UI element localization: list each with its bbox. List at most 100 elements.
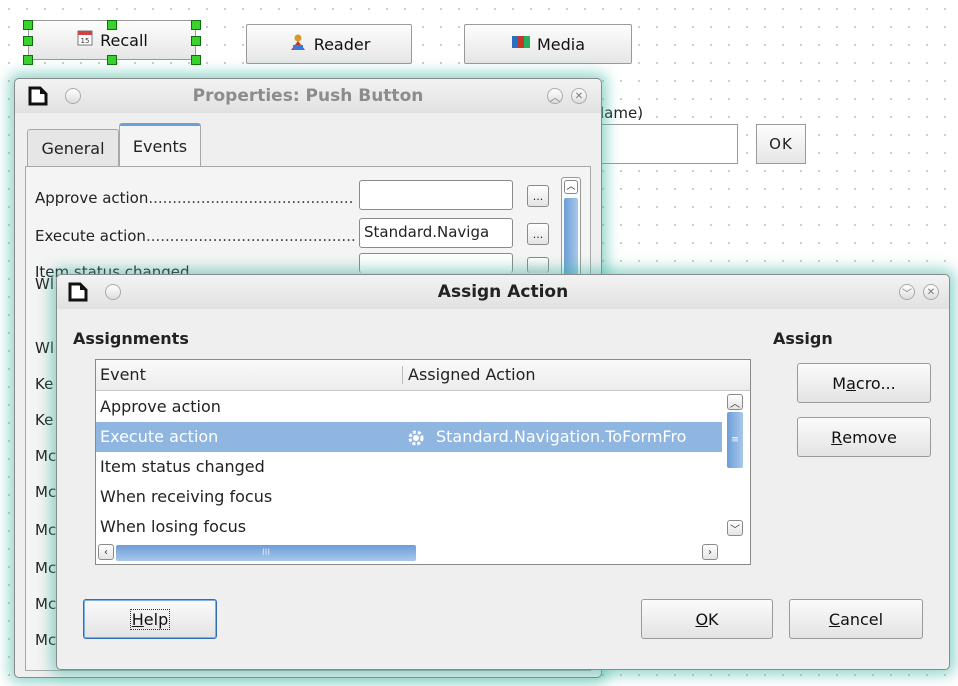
properties-title: Properties: Push Button	[192, 86, 424, 106]
svg-text:15: 15	[81, 37, 90, 45]
list-hscrollbar[interactable]: ‹ III ›	[98, 542, 750, 564]
reader-button[interactable]: Reader	[246, 24, 412, 64]
assign-titlebar[interactable]: Assign Action	[57, 275, 949, 309]
help-label: Help	[129, 608, 171, 630]
ok-accel: O	[695, 609, 709, 629]
column-header-action[interactable]: Assigned Action	[408, 360, 536, 390]
event-name: When losing focus	[100, 517, 247, 536]
column-divider	[402, 366, 403, 384]
minimize-icon[interactable]: ︿	[547, 88, 563, 104]
document-icon	[68, 282, 88, 302]
hidden-row-label: Ke	[35, 411, 54, 429]
assign-heading: Assign	[773, 329, 833, 348]
list-item-selected[interactable]: Execute action Standard.Navigation.ToFor…	[96, 422, 722, 452]
assigned-action: Standard.Navigation.ToFormFro	[436, 427, 687, 446]
macro-label-pre: M	[832, 373, 847, 393]
property-label: Approve action	[35, 189, 149, 207]
ok-label-post: K	[708, 609, 719, 629]
media-label: Media	[536, 34, 586, 54]
window-menu-icon[interactable]	[65, 88, 81, 104]
hidden-row-label: Mc	[35, 483, 57, 501]
selection-handle[interactable]	[23, 55, 33, 65]
document-icon	[28, 86, 48, 106]
hscroll-thumb[interactable]: III	[116, 545, 416, 561]
hidden-row-label: Wl	[35, 339, 54, 357]
list-header: Event Assigned Action	[96, 360, 750, 391]
list-vscrollbar[interactable]: ︿ ≡ ﹀	[724, 392, 748, 542]
selection-handle[interactable]	[191, 20, 201, 30]
help-label-post: elp	[143, 609, 169, 629]
cancel-label-post: ancel	[840, 609, 884, 629]
properties-titlebar[interactable]: Properties: Push Button	[15, 79, 601, 113]
selection-handle[interactable]	[23, 20, 33, 30]
event-name: Execute action	[100, 427, 219, 446]
list-item[interactable]: When receiving focus	[96, 482, 722, 512]
macro-button[interactable]: Ma cro...	[797, 363, 931, 403]
selection-handle[interactable]	[191, 36, 201, 46]
window-menu-icon[interactable]	[105, 284, 121, 300]
reader-icon	[288, 33, 308, 55]
assign-action-dialog: Assign Action ﹀ ✕ Assignments Assign Eve…	[56, 274, 950, 670]
execute-browse-button[interactable]: ...	[527, 223, 549, 245]
hidden-row-label: Mc	[35, 559, 57, 577]
scroll-grip: III	[262, 548, 270, 558]
hidden-row-label: Mc	[35, 631, 57, 649]
reader-label: Reader	[313, 34, 371, 54]
event-name: Approve action	[100, 397, 221, 416]
selection-handle[interactable]	[107, 20, 117, 30]
list-item[interactable]: Approve action	[96, 392, 722, 422]
property-label: Execute action	[35, 227, 146, 245]
hidden-row-label: Mc	[35, 595, 57, 613]
leader-dots: ........................................…	[145, 227, 355, 245]
macro-label-post: cro...	[855, 373, 896, 393]
property-row: Execute action .........................…	[35, 227, 355, 251]
form-field-label: lame)	[600, 104, 644, 122]
list-item[interactable]: When losing focus	[96, 512, 722, 542]
macro-accel: a	[846, 373, 856, 393]
form-text-field[interactable]	[596, 124, 738, 164]
item-status-field[interactable]	[359, 253, 513, 273]
column-header-event[interactable]: Event	[100, 360, 400, 390]
cancel-accel: C	[828, 609, 841, 629]
hidden-row-label: Mc	[35, 447, 57, 465]
item-status-browse-button[interactable]	[527, 257, 549, 273]
scroll-up-icon[interactable]: ︿	[727, 394, 743, 410]
scroll-right-icon[interactable]: ›	[702, 544, 718, 560]
recall-label: Recall	[100, 30, 148, 50]
approve-action-field[interactable]	[359, 180, 513, 210]
scroll-thumb[interactable]: ≡	[727, 412, 743, 468]
selection-handle[interactable]	[23, 36, 33, 46]
approve-browse-button[interactable]: ...	[527, 185, 549, 207]
execute-action-field[interactable]: Standard.Naviga	[359, 218, 513, 248]
list-item[interactable]: Item status changed	[96, 452, 722, 482]
hidden-row-label: Wl	[35, 275, 54, 293]
hidden-row-label: Ke	[35, 375, 54, 393]
cancel-button[interactable]: Cancel	[789, 599, 923, 639]
assign-title: Assign Action	[437, 282, 569, 302]
remove-label-post: emove	[842, 427, 897, 447]
scroll-left-icon[interactable]: ‹	[98, 544, 114, 560]
remove-accel: R	[831, 427, 843, 447]
collapse-icon[interactable]: ﹀	[899, 284, 915, 300]
tab-events[interactable]: Events	[119, 123, 201, 167]
tab-general[interactable]: General	[27, 129, 119, 167]
close-icon[interactable]: ✕	[923, 284, 939, 300]
scroll-up-icon[interactable]: ︿	[564, 180, 578, 194]
media-icon	[511, 34, 531, 54]
remove-button[interactable]: Remove	[797, 417, 931, 457]
selection-handle[interactable]	[191, 55, 201, 65]
scroll-down-icon[interactable]: ﹀	[727, 520, 743, 536]
media-button[interactable]: Media	[464, 24, 632, 64]
property-row: Approve action .........................…	[35, 189, 355, 213]
form-ok-button[interactable]: OK	[756, 124, 806, 164]
help-button[interactable]: Help	[83, 599, 217, 639]
close-icon[interactable]: ✕	[571, 88, 587, 104]
leader-dots: ........................................…	[148, 189, 355, 207]
event-name: When receiving focus	[100, 487, 273, 506]
assignments-list[interactable]: Event Assigned Action Approve action Exe…	[95, 359, 751, 565]
selection-handle[interactable]	[107, 55, 117, 65]
help-accel: H	[131, 609, 144, 629]
assignments-heading: Assignments	[73, 329, 189, 348]
ok-button[interactable]: OK	[641, 599, 773, 639]
hidden-row-label: Mc	[35, 521, 57, 539]
